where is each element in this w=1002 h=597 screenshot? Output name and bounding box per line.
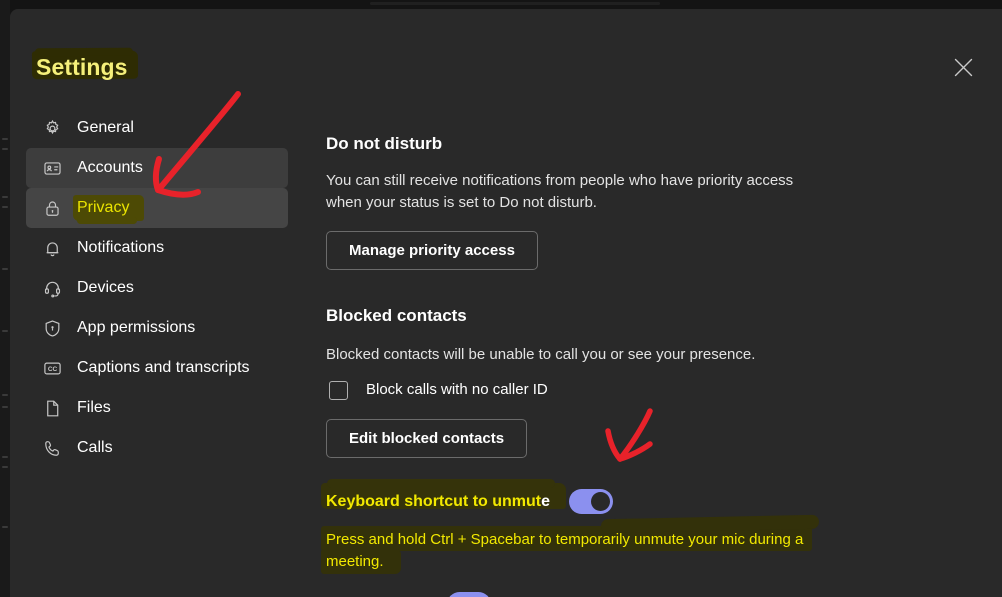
sidebar-item-label: Notifications: [77, 239, 165, 256]
close-button[interactable]: [941, 45, 985, 89]
sidebar-item-label: App permissions: [77, 319, 196, 336]
next-setting-toggle-partial[interactable]: [447, 592, 491, 597]
keyboard-shortcut-row: Keyboard shortcut to unmute: [326, 489, 614, 514]
app-rail: [0, 0, 10, 597]
id-card-icon: [42, 158, 62, 178]
cc-icon: CC: [42, 358, 62, 378]
sidebar-item-label: Privacy: [77, 199, 130, 216]
shield-icon: [42, 318, 62, 338]
do-not-disturb-description: You can still receive notifications from…: [326, 172, 794, 211]
screen-root: Settings General Accounts Privacy Notifi…: [0, 0, 1002, 597]
sidebar-item-captions-and-transcripts[interactable]: CC Captions and transcripts: [26, 348, 288, 388]
sidebar-item-label: Devices: [77, 279, 134, 296]
edit-blocked-contacts-button[interactable]: Edit blocked contacts: [326, 419, 528, 458]
blocked-contacts-description: Blocked contacts will be unable to call …: [326, 346, 756, 363]
title-bar-sheen: [370, 2, 660, 5]
close-icon: [954, 58, 972, 76]
bell-icon: [42, 238, 62, 258]
do-not-disturb-heading: Do not disturb: [326, 134, 443, 153]
block-calls-no-caller-id-row[interactable]: Block calls with no caller ID: [329, 380, 548, 400]
sidebar-item-label: Accounts: [77, 159, 143, 176]
keyboard-shortcut-toggle[interactable]: [569, 489, 614, 514]
page-title: Settings: [36, 54, 128, 80]
svg-text:CC: CC: [47, 366, 57, 373]
lock-icon: [42, 198, 62, 218]
settings-dialog: Settings General Accounts Privacy Notifi…: [10, 9, 1002, 597]
sidebar-item-label: General: [77, 119, 134, 136]
gear-icon: [42, 118, 62, 138]
sidebar-item-general[interactable]: General: [26, 108, 288, 148]
block-calls-no-caller-id-label: Block calls with no caller ID: [366, 381, 548, 398]
file-icon: [42, 398, 62, 418]
phone-icon: [42, 438, 62, 458]
settings-sidebar: General Accounts Privacy Notifications D…: [26, 108, 288, 468]
sidebar-item-privacy[interactable]: Privacy: [26, 188, 288, 228]
manage-priority-access-button[interactable]: Manage priority access: [326, 231, 538, 270]
sidebar-item-files[interactable]: Files: [26, 388, 288, 428]
window-top-strip: [0, 0, 1002, 9]
sidebar-item-accounts[interactable]: Accounts: [26, 148, 288, 188]
keyboard-shortcut-heading: Keyboard shortcut to unmute: [326, 491, 550, 513]
sidebar-item-label: Captions and transcripts: [77, 359, 250, 376]
toggle-knob: [591, 492, 611, 511]
headset-icon: [42, 278, 62, 298]
keyboard-shortcut-heading-tail: e: [541, 492, 551, 510]
keyboard-shortcut-description-line1: Press and hold Ctrl + Spacebar to tempor…: [326, 531, 804, 548]
keyboard-shortcut-heading-highlighted: Keyboard shortcut to unmut: [326, 492, 542, 510]
keyboard-shortcut-description: Press and hold Ctrl + Spacebar to tempor…: [326, 529, 821, 573]
sidebar-item-app-permissions[interactable]: App permissions: [26, 308, 288, 348]
block-calls-no-caller-id-checkbox[interactable]: [329, 380, 348, 400]
sidebar-item-calls[interactable]: Calls: [26, 428, 288, 468]
sidebar-item-label: Calls: [77, 439, 113, 456]
keyboard-shortcut-description-line2: meeting.: [326, 553, 384, 570]
sidebar-item-notifications[interactable]: Notifications: [26, 228, 288, 268]
blocked-contacts-heading: Blocked contacts: [326, 306, 467, 325]
sidebar-item-devices[interactable]: Devices: [26, 268, 288, 308]
sidebar-item-label: Files: [77, 399, 111, 416]
